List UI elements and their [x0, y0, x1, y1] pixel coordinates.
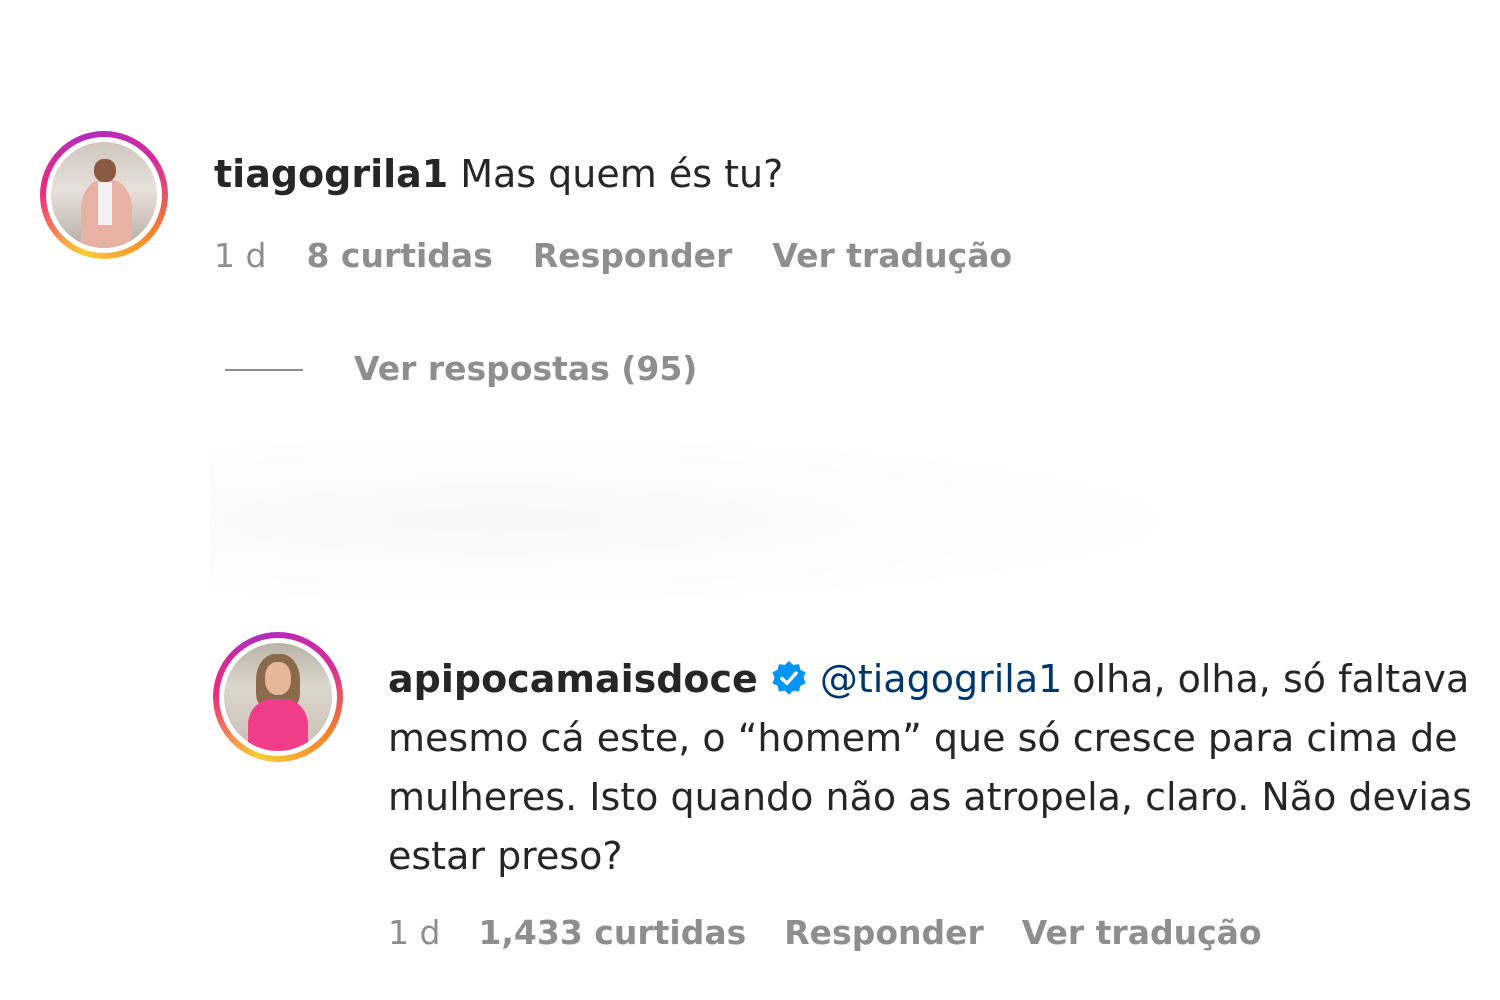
- comment-2-time[interactable]: 1 d: [388, 913, 440, 953]
- profile-photo: [51, 142, 157, 248]
- comment-2-username[interactable]: apipocamaisdoce: [388, 657, 758, 701]
- comment-1-translate-button[interactable]: Ver tradução: [772, 236, 1012, 276]
- comment-2-body: apipocamaisdoce @tiagogrila1 olha, olha, …: [388, 650, 1478, 886]
- comment-2-translate-button[interactable]: Ver tradução: [1022, 913, 1262, 953]
- comment-1-body: tiagogrila1 Mas quem és tu?: [214, 148, 783, 200]
- view-replies-button[interactable]: Ver respostas (95): [354, 349, 697, 389]
- photo-figure-face: [265, 662, 291, 695]
- avatar-ring-gap: [46, 137, 162, 253]
- comment-1-meta: 1 d 8 curtidas Responder Ver tradução: [214, 236, 1012, 276]
- profile-photo: [224, 643, 332, 751]
- verified-badge-icon: [772, 660, 806, 695]
- photo-figure-shirt: [97, 182, 113, 225]
- comment-2-mention-link[interactable]: @tiagogrila1: [820, 657, 1062, 701]
- comment-1-username[interactable]: tiagogrila1: [214, 152, 448, 196]
- comment-1-text: Mas quem és tu?: [460, 152, 784, 196]
- comment-2-likes[interactable]: 1,433 curtidas: [478, 913, 746, 953]
- avatar-ring-gap: [219, 638, 337, 756]
- comment-1-time[interactable]: 1 d: [214, 236, 266, 276]
- photo-figure-body: [247, 699, 309, 751]
- comments-screen: tiagogrila1 Mas quem és tu? 1 d 8 curtidas…: [0, 0, 1500, 1000]
- comment-2-reply-button[interactable]: Responder: [784, 913, 984, 953]
- avatar-apipocamaisdoce[interactable]: [213, 632, 343, 762]
- comment-1-reply-button[interactable]: Responder: [533, 236, 733, 276]
- blurred-placeholder: [210, 440, 1160, 600]
- avatar-tiagogrila1[interactable]: [40, 131, 168, 259]
- photo-figure-head: [94, 158, 116, 183]
- replies-divider: [225, 369, 303, 371]
- comment-1-likes[interactable]: 8 curtidas: [306, 236, 492, 276]
- comment-2-meta: 1 d 1,433 curtidas Responder Ver tradução: [388, 913, 1262, 953]
